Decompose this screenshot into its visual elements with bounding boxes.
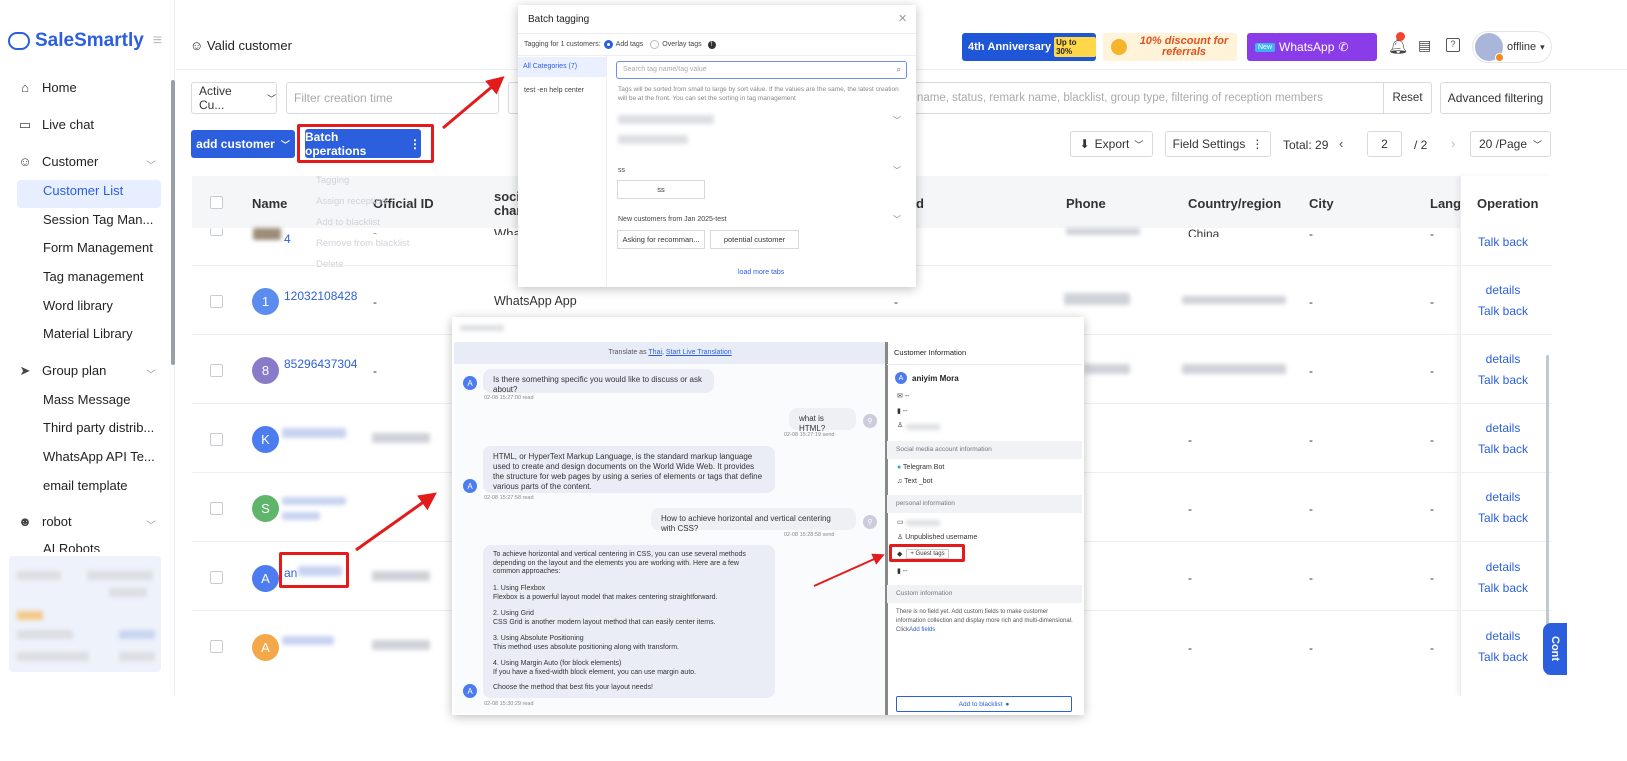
arrow-to-chat [355, 492, 437, 552]
arrow-to-tagging [442, 76, 505, 130]
arrow-to-guest-tags [813, 553, 885, 587]
annotation-arrows [355, 76, 885, 587]
